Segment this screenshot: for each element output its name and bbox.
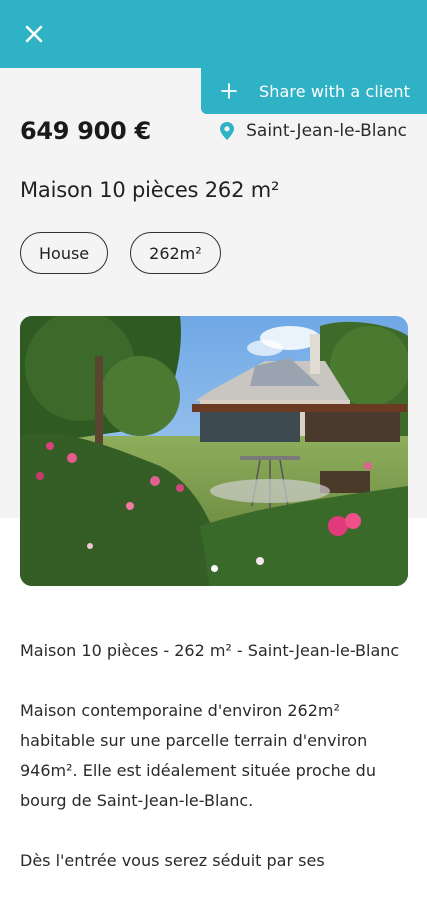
listing-price: 649 900 €: [20, 117, 151, 145]
surface-chip: 262m²: [130, 232, 221, 274]
listing-photo-carousel[interactable]: [20, 316, 408, 586]
house-photo: [20, 316, 408, 586]
top-bar: [0, 0, 427, 68]
carousel-indicator: [20, 565, 408, 572]
close-icon: [25, 25, 43, 43]
close-button[interactable]: [14, 14, 54, 54]
listing-tags: House 262m²: [20, 232, 221, 274]
listing-location: Saint-Jean-le-Blanc: [220, 121, 407, 141]
listing-description: Maison 10 pièces - 262 m² - Saint-Jean-l…: [20, 636, 412, 900]
carousel-dot-active[interactable]: [210, 565, 218, 572]
description-heading: Maison 10 pièces - 262 m² - Saint-Jean-l…: [20, 641, 400, 660]
description-paragraph: Maison contemporaine d'environ 262m² hab…: [20, 701, 376, 810]
description-paragraph: Dès l'entrée vous serez séduit par ses: [20, 851, 325, 870]
property-type-chip: House: [20, 232, 109, 274]
location-label: Saint-Jean-le-Blanc: [246, 121, 407, 141]
share-with-client-button[interactable]: Share with a client: [201, 68, 427, 114]
map-pin-icon: [220, 122, 235, 140]
listing-title: Maison 10 pièces 262 m²: [20, 178, 280, 202]
plus-icon: [221, 83, 237, 99]
share-button-label: Share with a client: [259, 81, 411, 101]
